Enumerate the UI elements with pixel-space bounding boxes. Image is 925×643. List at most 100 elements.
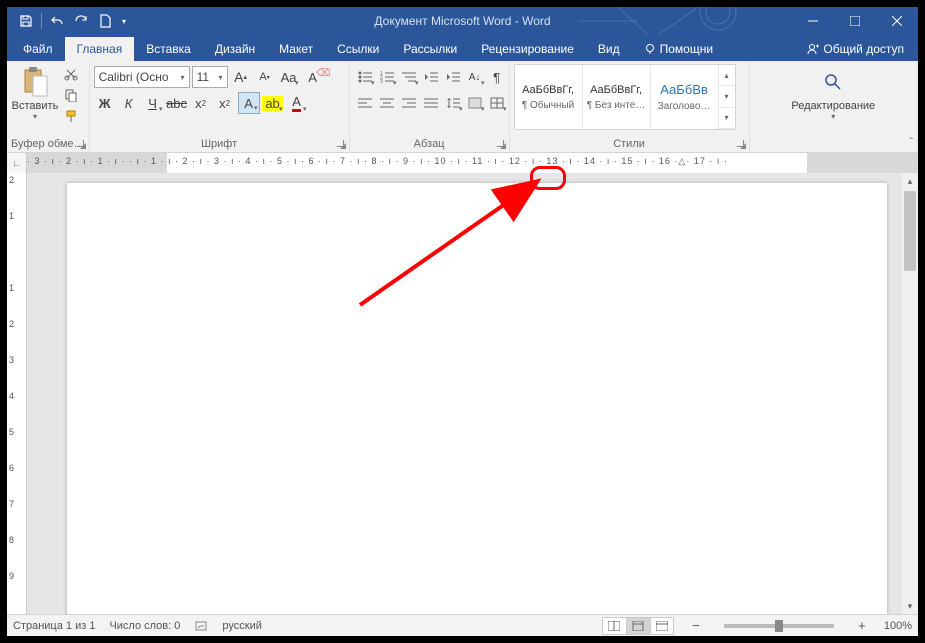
tab-mailings[interactable]: Рассылки [391,37,469,61]
qat-customize[interactable]: ▾ [118,10,130,32]
tab-view[interactable]: Вид [586,37,632,61]
group-paragraph: 123 A↓ ¶ [350,61,510,152]
font-size-combo[interactable]: 11▾ [192,66,228,88]
titlebar-decoration [578,7,778,35]
zoom-slider[interactable] [724,624,834,628]
tab-layout[interactable]: Макет [267,37,325,61]
vertical-ruler[interactable]: 2 1 1 2 3 4 5 6 7 8 9 [7,173,27,614]
lightbulb-icon [644,43,656,55]
align-left-button[interactable] [354,92,376,114]
numbering-button[interactable]: 123 [376,66,398,88]
view-read-mode[interactable] [602,617,626,635]
minimize-button[interactable] [792,7,834,35]
status-language[interactable]: русский [222,620,261,632]
scroll-thumb[interactable] [904,191,916,271]
align-center-button[interactable] [376,92,398,114]
paste-button[interactable]: Вставить ▾ [11,64,59,121]
tab-references[interactable]: Ссылки [325,37,391,61]
font-name-combo[interactable]: Calibri (Осно▾ [94,66,190,88]
zoom-in[interactable]: + [854,618,870,634]
increase-indent-button[interactable] [442,66,464,88]
tab-share[interactable]: Общий доступ [793,37,918,61]
document-area: 2 1 1 2 3 4 5 6 7 8 9 ▴ ▾ [7,173,918,614]
document-page[interactable] [67,183,887,614]
group-editing: Редактирование ▾ ˆ [750,61,918,152]
bold-button[interactable]: Ж [94,92,116,114]
group-clipboard: Вставить ▾ Буфер обме… [7,61,90,152]
editing-button[interactable]: Редактирование ▾ [783,64,883,121]
style-no-spacing[interactable]: АаБбВвГг, ¶ Без инте… [583,65,651,129]
tab-review[interactable]: Рецензирование [469,37,586,61]
font-launcher[interactable] [335,138,347,150]
underline-button[interactable]: Ч [142,92,164,114]
status-proofing-icon[interactable] [194,619,208,633]
styles-row-down[interactable]: ▾ [719,86,735,107]
group-label-font: Шрифт [94,136,345,152]
scroll-up[interactable]: ▴ [902,173,918,189]
italic-button[interactable]: К [118,92,140,114]
font-color-button[interactable]: A [286,92,308,114]
new-doc-button[interactable] [94,10,116,32]
group-font: Calibri (Осно▾ 11▾ A▴ A▾ Aa A⌫ Ж К Ч abc… [90,61,350,152]
paragraph-launcher[interactable] [495,138,507,150]
group-label-clipboard: Буфер обме… [11,136,85,152]
bullets-button[interactable] [354,66,376,88]
clear-format-button[interactable]: A⌫ [302,66,324,88]
quick-access-toolbar: ▾ [7,10,130,32]
ruler-row: ∟ · 3 · ı · 2 · ı · 1 · ı · · ı · 1 · ı … [7,153,918,173]
close-button[interactable] [876,7,918,35]
text-effects-button[interactable]: A [238,92,260,114]
justify-button[interactable] [420,92,442,114]
styles-expand[interactable]: ▾ [719,108,735,129]
superscript-button[interactable]: x2 [214,92,236,114]
grow-font-button[interactable]: A▴ [230,66,252,88]
redo-button[interactable] [70,10,92,32]
multilevel-button[interactable] [398,66,420,88]
clipboard-launcher[interactable] [75,138,87,150]
change-case-button[interactable]: Aa [278,66,300,88]
group-styles: АаБбВвГг, ¶ Обычный АаБбВвГг, ¶ Без инте… [510,61,750,152]
collapse-ribbon[interactable]: ˆ [910,137,913,148]
svg-text:3: 3 [380,79,383,83]
maximize-button[interactable] [834,7,876,35]
copy-button[interactable] [61,85,81,105]
view-web-layout[interactable] [650,617,674,635]
style-normal[interactable]: АаБбВвГг, ¶ Обычный [515,65,583,129]
borders-button[interactable] [486,92,508,114]
strike-button[interactable]: abc [166,92,188,114]
vertical-scrollbar[interactable]: ▴ ▾ [902,173,918,614]
decrease-indent-button[interactable] [420,66,442,88]
save-button[interactable] [15,10,37,32]
tab-tell-me[interactable]: Помощни [632,37,725,61]
tab-home[interactable]: Главная [65,37,135,61]
scroll-down[interactable]: ▾ [902,598,918,614]
align-right-button[interactable] [398,92,420,114]
cut-button[interactable] [61,64,81,84]
line-spacing-button[interactable] [442,92,464,114]
ribbon-tabs: Файл Главная Вставка Дизайн Макет Ссылки… [7,35,918,61]
style-heading1[interactable]: АаБбВв Заголово… [651,65,719,129]
zoom-out[interactable]: − [688,618,704,634]
view-buttons [602,617,674,635]
highlight-button[interactable]: ab [262,92,284,114]
styles-launcher[interactable] [735,138,747,150]
show-marks-button[interactable]: ¶ [486,66,508,88]
tab-file[interactable]: Файл [11,37,65,61]
styles-row-up[interactable]: ▴ [719,65,735,86]
status-page[interactable]: Страница 1 из 1 [13,620,95,632]
tab-design[interactable]: Дизайн [203,37,267,61]
tab-insert[interactable]: Вставка [134,37,203,61]
tab-selector[interactable]: ∟ [7,153,27,173]
sort-button[interactable]: A↓ [464,66,486,88]
view-print-layout[interactable] [626,617,650,635]
horizontal-ruler[interactable]: · 3 · ı · 2 · ı · 1 · ı · · ı · 1 · ı · … [27,153,918,173]
shrink-font-button[interactable]: A▾ [254,66,276,88]
group-label-styles: Стили [514,136,745,152]
subscript-button[interactable]: x2 [190,92,212,114]
undo-button[interactable] [46,10,68,32]
format-painter-button[interactable] [61,106,81,126]
status-words[interactable]: Число слов: 0 [109,620,180,632]
share-icon [805,42,819,56]
zoom-level[interactable]: 100% [884,620,912,632]
shading-button[interactable] [464,92,486,114]
